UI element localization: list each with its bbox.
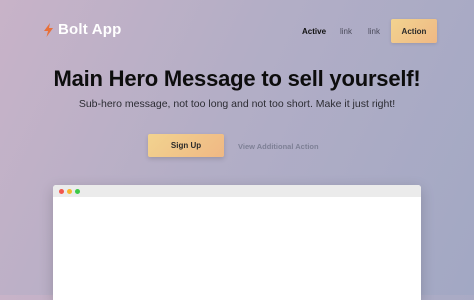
window-titlebar [53,185,421,197]
app-preview-window [53,185,421,300]
brand-name: Bolt App [58,21,122,38]
nav-link-2[interactable]: link [368,27,380,36]
sign-up-button[interactable]: Sign Up [148,134,224,157]
bolt-icon [44,22,53,37]
window-maximize-dot [75,189,80,194]
nav-link-active[interactable]: Active [302,27,326,36]
nav-link-1[interactable]: link [340,27,352,36]
window-close-dot [59,189,64,194]
hero-title: Main Hero Message to sell yourself! [53,66,421,91]
brand-logo[interactable]: Bolt App [44,21,122,38]
navbar: Bolt App Active link link Action [0,0,474,62]
window-minimize-dot [67,189,72,194]
hero-subtitle: Sub-hero message, not too long and not t… [78,98,396,110]
window-content [53,197,421,300]
nav-action-button[interactable]: Action [391,19,437,43]
view-additional-action-link[interactable]: View Additional Action [238,142,319,151]
